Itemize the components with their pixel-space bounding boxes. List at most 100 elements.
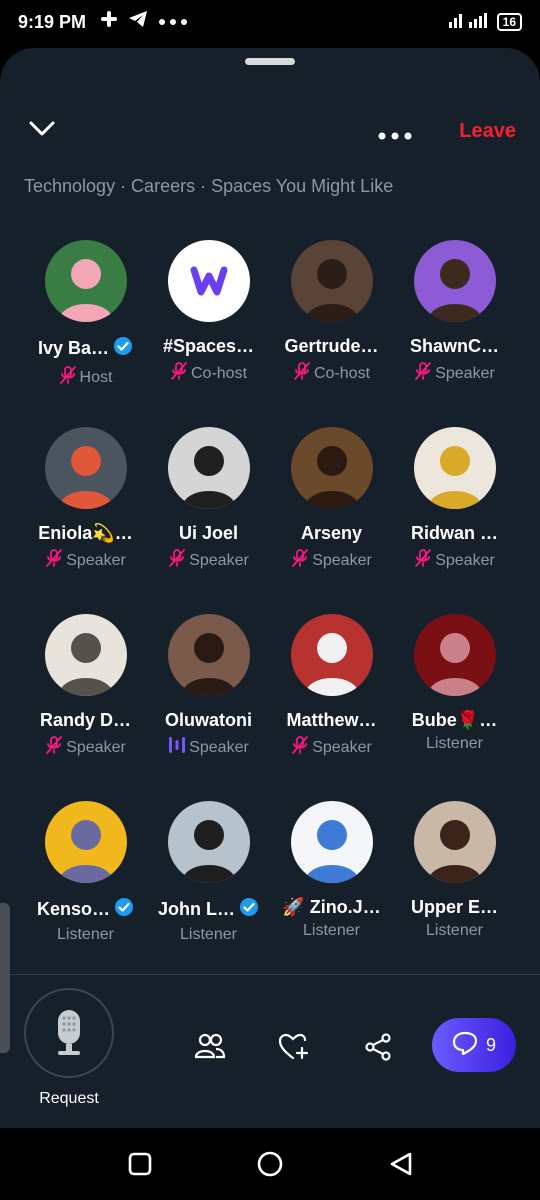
participant-name: Bube🌹… (411, 710, 498, 730)
leave-button[interactable]: Leave (459, 120, 516, 143)
participant-name-row: Bube🌹… (393, 710, 516, 731)
mic-muted-icon (291, 735, 309, 760)
participant-role: Listener (426, 735, 483, 752)
participant-name: Ivy Ba… (37, 338, 110, 358)
mic-muted-icon (45, 735, 63, 760)
participant-card[interactable]: Gertrude… Co-host (270, 240, 393, 386)
participant-name-row: 🚀 Zino.J… (270, 897, 393, 918)
side-panel-tab[interactable] (0, 903, 10, 1053)
participant-card[interactable]: Matthew… Speaker (270, 614, 393, 760)
participant-card[interactable]: Arseny Speaker (270, 427, 393, 573)
participant-card[interactable]: 🚀 Zino.J… Listener (270, 801, 393, 940)
back-icon[interactable] (388, 1151, 414, 1182)
participant-card[interactable]: Oluwatoni Speaker (147, 614, 270, 760)
drag-handle[interactable] (245, 58, 295, 65)
mic-muted-icon (170, 361, 188, 386)
participant-card[interactable]: John L… Listener (147, 801, 270, 944)
participant-role: Speaker (312, 738, 372, 756)
avatar[interactable] (290, 240, 373, 322)
participant-name-row: Ui Joel (147, 523, 270, 544)
participant-role-row: Listener (393, 922, 516, 940)
replies-button[interactable]: 9 (432, 1018, 516, 1072)
avatar[interactable] (413, 427, 496, 509)
participant-name-row: Matthew… (270, 710, 393, 731)
participant-name-row: ShawnC… (393, 336, 516, 357)
participant-card[interactable]: #Spaces… Co-host (147, 240, 270, 386)
avatar-photo-icon (58, 820, 113, 883)
participant-name-row: Eniola💫… (24, 523, 147, 544)
notification-icons (100, 10, 188, 33)
participant-role-row: Listener (393, 735, 516, 753)
avatar-photo-icon (304, 633, 359, 696)
avatar[interactable] (290, 427, 373, 509)
participant-role: Host (79, 368, 113, 386)
participant-card[interactable]: Eniola💫… Speaker (24, 427, 147, 573)
avatar-photo-icon (427, 259, 482, 322)
participant-role-row: Listener (270, 922, 393, 940)
avatar-photo-icon (181, 820, 236, 883)
mic-muted-icon (414, 361, 432, 386)
chevron-down-icon[interactable] (28, 120, 56, 143)
participant-name: Ridwan … (410, 523, 498, 543)
participant-name-row: #Spaces… (147, 336, 270, 357)
avatar[interactable] (167, 240, 250, 322)
avatar[interactable] (290, 614, 373, 696)
mic-muted-icon (291, 548, 309, 573)
participant-name-row: Kenso… (24, 897, 147, 922)
participant-card[interactable]: Ridwan … Speaker (393, 427, 516, 573)
mic-muted-icon (59, 365, 77, 390)
participant-role-row: Speaker (270, 735, 393, 760)
participant-name-row: Oluwatoni (147, 710, 270, 731)
participant-name: #Spaces… (162, 336, 255, 356)
avatar[interactable] (167, 614, 250, 696)
people-icon[interactable] (194, 1033, 226, 1064)
participant-card[interactable]: Kenso… Listener (24, 801, 147, 944)
participant-card[interactable]: Bube🌹… Listener (393, 614, 516, 753)
participant-role-row: Listener (24, 926, 147, 944)
share-icon[interactable] (364, 1033, 392, 1066)
participant-name: Kenso… (36, 899, 110, 919)
participant-name: Gertrude… (284, 336, 379, 356)
verified-badge-icon (113, 336, 133, 361)
avatar[interactable] (44, 801, 127, 883)
verified-badge-icon (114, 897, 134, 922)
avatar-photo-icon (304, 259, 359, 322)
participant-card[interactable]: Randy D… Speaker (24, 614, 147, 760)
status-time: 9:19 PM (18, 12, 87, 32)
participant-role-row: Speaker (147, 548, 270, 573)
avatar[interactable] (413, 614, 496, 696)
participant-role: Speaker (312, 551, 372, 569)
avatar[interactable] (413, 801, 496, 883)
participant-name: Upper E… (410, 897, 498, 917)
participant-role-row: Speaker (24, 548, 147, 573)
recent-apps-icon[interactable] (128, 1152, 152, 1181)
participant-role-row: Speaker (393, 361, 516, 386)
heart-add-icon[interactable] (278, 1033, 310, 1066)
participant-card[interactable]: Ivy Ba… Host (24, 240, 147, 390)
more-options-icon[interactable] (378, 127, 412, 145)
participant-name: Oluwatoni (165, 710, 252, 730)
avatar[interactable] (167, 427, 250, 509)
participant-role: Listener (426, 922, 483, 939)
avatar-photo-icon (58, 633, 113, 696)
space-topics[interactable]: Technology · Careers · Spaces You Might … (24, 176, 393, 197)
participant-card[interactable]: Ui Joel Speaker (147, 427, 270, 573)
participant-card[interactable]: ShawnC… Speaker (393, 240, 516, 386)
mic-muted-icon (45, 548, 63, 573)
home-icon[interactable] (257, 1151, 283, 1182)
avatar[interactable] (413, 240, 496, 322)
avatar-photo-icon (58, 259, 113, 322)
avatar[interactable] (44, 614, 127, 696)
avatar[interactable] (167, 801, 250, 883)
avatar[interactable] (290, 801, 373, 883)
more-notifications-icon (158, 13, 188, 31)
avatar[interactable] (44, 240, 127, 322)
participant-name: ShawnC… (409, 336, 499, 356)
participant-role: Speaker (435, 364, 495, 382)
participant-role: Speaker (435, 551, 495, 569)
status-bar: 9:19 PM 16 (0, 0, 540, 48)
mic-muted-icon (168, 548, 186, 573)
participant-card[interactable]: Upper E… Listener (393, 801, 516, 940)
request-mic-button[interactable] (24, 988, 114, 1078)
avatar[interactable] (44, 427, 127, 509)
